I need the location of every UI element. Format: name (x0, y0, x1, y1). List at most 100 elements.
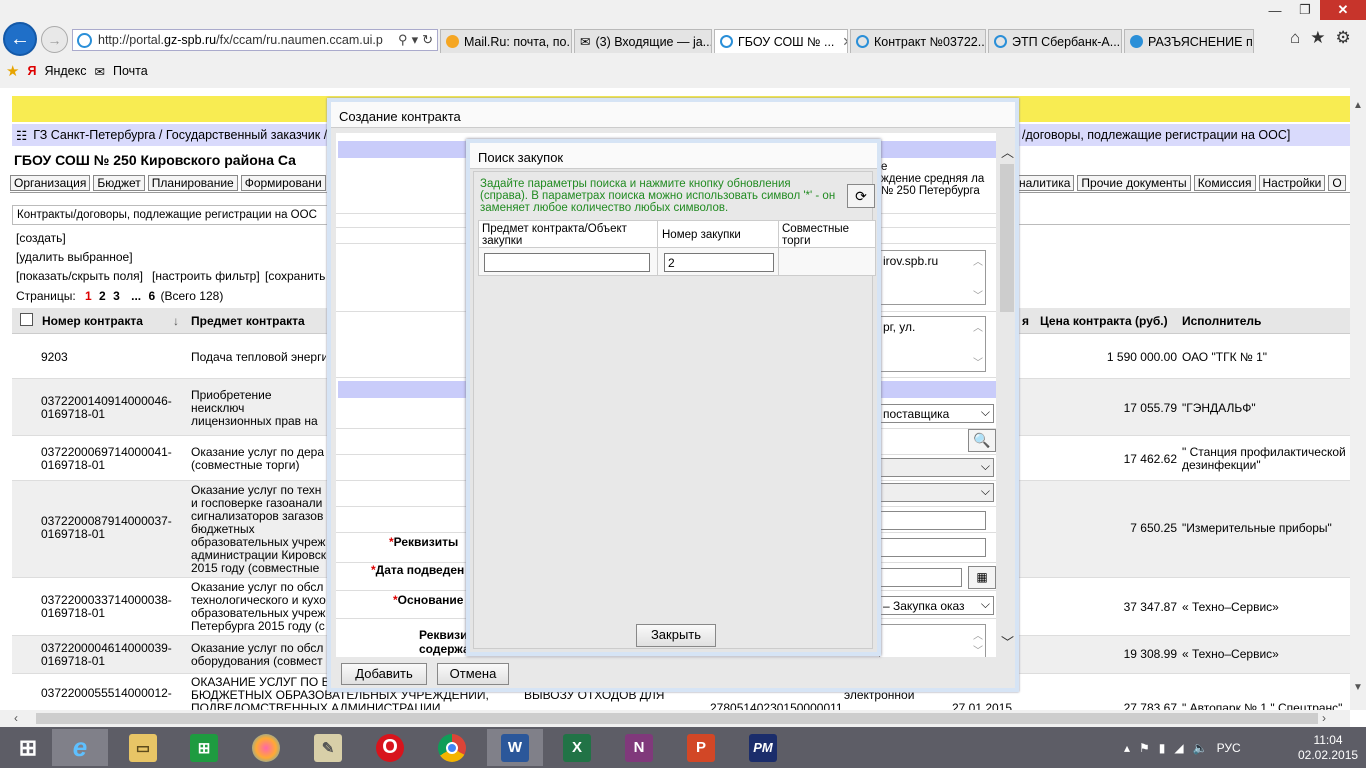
store-icon[interactable]: ⊞ (176, 729, 232, 766)
delete-selected-link[interactable]: [удалить выбранное] (16, 250, 133, 264)
tab-contracts[interactable]: Контракты/договоры, подлежащие регистрац… (12, 205, 342, 225)
home-icon[interactable]: ⌂ (1290, 28, 1300, 48)
powerpoint-icon[interactable]: P (673, 729, 729, 766)
refresh-icon[interactable]: ⟳ (847, 184, 875, 208)
tab-contract[interactable]: Контракт №03722... (850, 29, 986, 53)
menu-formation[interactable]: Формировани (240, 175, 326, 191)
favorite-yandex[interactable]: Яндекс (44, 64, 86, 78)
chrome-icon[interactable] (424, 729, 480, 766)
scroll-thumb[interactable] (36, 713, 1318, 724)
tab-inbox[interactable]: ✉ (3) Входящие — ja... (574, 29, 712, 53)
restore-icon[interactable]: ❐ (1290, 0, 1320, 20)
forward-button[interactable]: → (41, 26, 68, 53)
subject-filter-input[interactable] (484, 253, 650, 272)
page-6[interactable]: 6 (148, 289, 155, 303)
favorite-mail[interactable]: Почта (113, 64, 148, 78)
date-input[interactable] (879, 568, 962, 587)
address-bar[interactable]: http://portal. gz-spb.ru/fx/ccam/ru.naume… (72, 29, 438, 51)
favorites-star-icon[interactable]: ★ (6, 62, 19, 80)
refresh-icon[interactable]: ↻ (422, 32, 433, 48)
battery-icon[interactable]: ▮ (1159, 741, 1166, 755)
chevron-up-icon[interactable]: ︿ (973, 627, 983, 642)
show-hidden-icons[interactable]: ▴ (1124, 741, 1130, 755)
pm-app-icon[interactable]: PM (735, 729, 791, 766)
sort-down-icon[interactable]: ↓ (173, 314, 179, 328)
volume-icon[interactable]: 🔈 (1193, 741, 1208, 755)
close-tab-icon[interactable]: ✕ (842, 34, 847, 49)
page-3[interactable]: 3 (113, 289, 120, 303)
tab-mailru[interactable]: Mail.Ru: почта, по... (440, 29, 572, 53)
col-number[interactable]: Номер контракта (42, 314, 143, 328)
calendar-icon[interactable]: ▦ (968, 566, 996, 589)
search-icon[interactable]: ⚲ (398, 32, 408, 48)
chevron-down-icon[interactable]: ﹀ (973, 642, 983, 657)
chevron-down-icon[interactable]: ﹀ (973, 354, 983, 369)
menu-organization[interactable]: Организация (10, 175, 91, 191)
address-textarea[interactable]: рг, ул. ︿ ﹀ (879, 316, 986, 372)
dialog-title[interactable]: Поиск закупок (470, 143, 877, 169)
field-input[interactable] (879, 538, 986, 557)
requisites-input[interactable] (879, 511, 986, 530)
menu-planning[interactable]: Планирование (147, 175, 238, 191)
menu-analytics[interactable]: налитика (1015, 175, 1075, 191)
save-link[interactable]: [сохранить (265, 269, 325, 283)
close-window-icon[interactable]: ✕ (1320, 0, 1366, 20)
onenote-icon[interactable]: N (611, 729, 667, 766)
tab-etp[interactable]: ЭТП Сбербанк-А... (988, 29, 1122, 53)
word-icon[interactable]: W (487, 729, 543, 766)
number-filter-input[interactable]: 2 (664, 253, 774, 272)
menu-other-docs[interactable]: Прочие документы (1077, 175, 1191, 191)
notepad-icon[interactable]: ✎ (300, 729, 356, 766)
network-icon[interactable]: ◢ (1174, 741, 1183, 755)
page-2[interactable]: 2 (99, 289, 106, 303)
language-indicator[interactable]: РУС (1217, 741, 1241, 755)
file-explorer-icon[interactable]: ▭ (115, 729, 171, 766)
favorites-star-icon[interactable]: ★ (1310, 28, 1325, 48)
col-price[interactable]: Цена контракта (руб.) (1040, 314, 1168, 328)
toggle-fields-link[interactable]: [показать/скрыть поля] (16, 269, 143, 283)
col-subject[interactable]: Предмет контракта (191, 314, 305, 328)
close-button[interactable]: Закрыть (636, 624, 716, 647)
gear-icon[interactable]: ⚙ (1336, 28, 1351, 48)
chevron-up-icon[interactable]: ︿ (1001, 142, 1014, 161)
create-link[interactable]: [создать] (16, 231, 66, 245)
scroll-left-icon[interactable]: ‹ (14, 711, 18, 725)
magnifier-icon[interactable]: 🔍 (968, 429, 996, 452)
opera-icon[interactable]: O (362, 729, 418, 766)
chevron-down-icon[interactable]: ﹀ (973, 287, 983, 302)
content-textarea[interactable]: ︿ ﹀ (879, 624, 986, 657)
flag-icon[interactable]: ⚑ (1139, 741, 1150, 755)
scroll-right-icon[interactable]: › (1322, 711, 1326, 725)
clock[interactable]: 11:04 02.02.2015 (1298, 733, 1358, 763)
back-button[interactable]: ← (3, 22, 37, 56)
tab-explanation[interactable]: РАЗЪЯСНЕНИЕ п... (1124, 29, 1254, 53)
select-all-checkbox[interactable] (20, 313, 33, 326)
scroll-track[interactable] (1352, 104, 1364, 692)
scroll-down-icon[interactable]: ▼ (1353, 682, 1363, 693)
cancel-button[interactable]: Отмена (437, 663, 509, 685)
menu-more[interactable]: О (1328, 175, 1346, 191)
menu-budget[interactable]: Бюджет (93, 175, 145, 191)
excel-icon[interactable]: X (549, 729, 605, 766)
menu-commission[interactable]: Комиссия (1193, 175, 1256, 191)
page-vertical-scrollbar[interactable]: ▲ ▼ (1350, 88, 1366, 710)
supplier-select[interactable]: поставщика (879, 404, 994, 423)
windows-start-icon[interactable]: ⊞ (0, 729, 56, 766)
tab-gbou[interactable]: ГБОУ СОШ № ...✕ (714, 29, 848, 53)
col-extra[interactable]: я (1022, 314, 1029, 328)
chevron-up-icon[interactable]: ︿ (973, 319, 983, 334)
dropdown-icon[interactable]: ▾ (412, 32, 419, 48)
scroll-thumb[interactable] (1000, 164, 1014, 312)
basis-select[interactable]: – Закупка оказ (879, 596, 994, 615)
chevron-up-icon[interactable]: ︿ (973, 253, 983, 268)
paint-icon[interactable] (238, 729, 294, 766)
email-textarea[interactable]: irov.spb.ru ︿ ﹀ (879, 250, 986, 305)
menu-settings[interactable]: Настройки (1258, 175, 1326, 191)
internet-explorer-icon[interactable]: e (52, 729, 108, 766)
filter-link[interactable]: [настроить фильтр] (152, 269, 260, 283)
col-executor[interactable]: Исполнитель (1182, 314, 1261, 328)
chevron-down-icon[interactable]: ﹀ (1001, 632, 1014, 651)
add-button[interactable]: Добавить (341, 663, 427, 685)
minimize-icon[interactable]: — (1260, 0, 1290, 20)
dialog-title[interactable]: Создание контракта (331, 102, 1015, 128)
